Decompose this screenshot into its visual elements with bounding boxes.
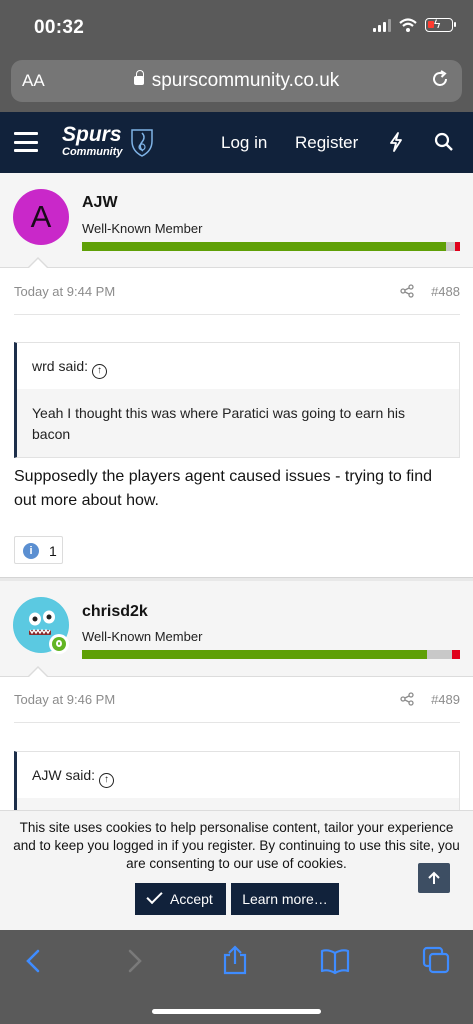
url-field[interactable]: spurscommunity.co.uk bbox=[11, 70, 462, 92]
register-link[interactable]: Register bbox=[295, 133, 358, 153]
post-user-header: A AJW Well-Known Member bbox=[0, 173, 473, 268]
username[interactable]: chrisd2k bbox=[82, 603, 148, 621]
reputation-bar bbox=[82, 650, 460, 659]
status-icons: ϟ bbox=[373, 17, 456, 32]
share-icon[interactable] bbox=[400, 284, 414, 301]
post-time[interactable]: Today at 9:44 PM bbox=[14, 284, 115, 299]
status-time: 00:32 bbox=[34, 17, 85, 38]
back-icon[interactable] bbox=[24, 948, 42, 979]
url-text: spurscommunity.co.uk bbox=[151, 70, 340, 91]
login-link[interactable]: Log in bbox=[221, 133, 267, 153]
post-488: A AJW Well-Known Member Today at 9:44 PM… bbox=[0, 173, 473, 577]
post-meta: Today at 9:44 PM #488 bbox=[14, 284, 460, 299]
user-title: Well-Known Member bbox=[82, 221, 203, 236]
status-bar: 00:32 ϟ bbox=[0, 0, 473, 55]
reload-icon[interactable] bbox=[430, 69, 450, 95]
reaction-summary[interactable]: i 1 bbox=[14, 536, 63, 564]
site-header: Spurs Community Log in Register bbox=[0, 112, 473, 173]
reputation-bar bbox=[82, 242, 460, 251]
accept-cookies-button[interactable]: Accept bbox=[135, 883, 226, 915]
battery-icon: ϟ bbox=[425, 17, 456, 32]
browser-toolbar-bottom bbox=[0, 930, 473, 1024]
online-status-icon bbox=[49, 634, 69, 654]
accept-label: Accept bbox=[170, 891, 213, 907]
lock-icon bbox=[133, 70, 144, 85]
tabs-icon[interactable] bbox=[421, 945, 451, 980]
quote-text: Yeah I thought this was where Paratici w… bbox=[17, 389, 459, 457]
post-meta: Today at 9:46 PM #489 bbox=[14, 692, 460, 707]
check-icon bbox=[146, 887, 163, 905]
cookie-text: This site uses cookies to help personali… bbox=[13, 820, 460, 871]
avatar[interactable] bbox=[13, 597, 69, 654]
arrow-up-icon bbox=[428, 871, 440, 884]
share-sheet-icon[interactable] bbox=[221, 944, 249, 981]
quote-header[interactable]: wrd said: ↑ bbox=[17, 343, 459, 389]
quote-author: wrd said: bbox=[32, 358, 89, 374]
home-indicator bbox=[152, 1009, 321, 1014]
avatar[interactable]: A bbox=[13, 189, 69, 245]
user-title: Well-Known Member bbox=[82, 629, 203, 644]
post-body: Supposedly the players agent caused issu… bbox=[14, 468, 433, 509]
quote-header[interactable]: AJW said: ↑ bbox=[17, 752, 459, 798]
search-icon[interactable] bbox=[434, 132, 454, 157]
url-bar[interactable]: AA spurscommunity.co.uk bbox=[11, 60, 462, 102]
post-time[interactable]: Today at 9:46 PM bbox=[14, 692, 115, 707]
wifi-icon bbox=[399, 18, 417, 32]
shield-logo-icon bbox=[131, 129, 153, 157]
logo-sub-text: Community bbox=[62, 146, 123, 158]
quote-author: AJW said: bbox=[32, 767, 96, 783]
info-reaction-icon: i bbox=[23, 543, 39, 559]
logo-main-text: Spurs bbox=[62, 123, 122, 146]
bookmarks-icon[interactable] bbox=[319, 947, 351, 980]
browser-toolbar-top: AA spurscommunity.co.uk bbox=[0, 55, 473, 112]
post-number[interactable]: #488 bbox=[431, 284, 460, 299]
cookie-notice: This site uses cookies to help personali… bbox=[0, 810, 473, 930]
scroll-to-top-button[interactable] bbox=[418, 863, 450, 893]
post-user-header: chrisd2k Well-Known Member bbox=[0, 581, 473, 677]
forward-icon[interactable] bbox=[126, 948, 144, 979]
quote-jump-icon[interactable]: ↑ bbox=[99, 773, 115, 788]
share-icon[interactable] bbox=[400, 692, 414, 709]
post-number[interactable]: #489 bbox=[431, 692, 460, 707]
menu-icon[interactable] bbox=[14, 132, 38, 152]
site-logo[interactable]: Spurs Community bbox=[62, 123, 162, 165]
learn-more-button[interactable]: Learn more… bbox=[231, 883, 339, 915]
whats-new-bolt-icon[interactable] bbox=[388, 132, 404, 157]
signal-icon bbox=[373, 18, 391, 32]
username[interactable]: AJW bbox=[82, 194, 118, 212]
quote-jump-icon[interactable]: ↑ bbox=[92, 364, 108, 379]
quote-block: wrd said: ↑ Yeah I thought this was where… bbox=[14, 342, 460, 458]
reaction-count: 1 bbox=[49, 543, 57, 559]
